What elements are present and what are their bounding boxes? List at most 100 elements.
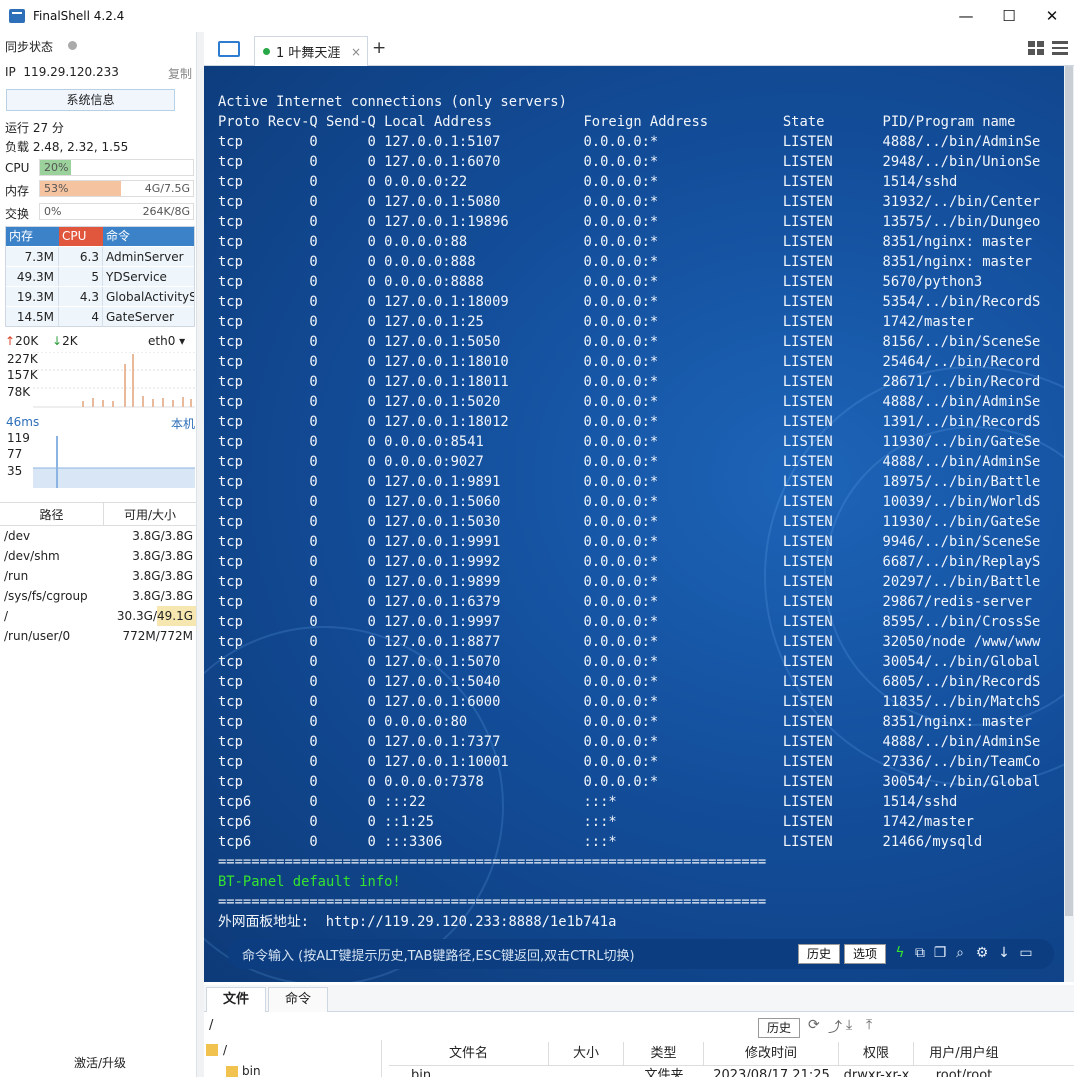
scrollbar-thumb[interactable] (1065, 66, 1073, 916)
proc-cmd: GateServer (106, 310, 175, 324)
latency-graph (33, 436, 195, 488)
terminal-row: tcp 0 0 127.0.0.1:6000 0.0.0.0:* LISTEN … (218, 694, 1041, 710)
activate-upgrade-link[interactable]: 激活/升级 (0, 1054, 200, 1071)
table-row[interactable]: /run 3.8G/3.8G (0, 566, 196, 586)
disk-header-size[interactable]: 可用/大小 (103, 503, 196, 525)
file-type: 文件夹 (644, 1068, 684, 1077)
connected-dot-icon (263, 48, 270, 55)
table-row[interactable]: 14.5M 4 GateServer (6, 306, 194, 326)
maximize-button[interactable]: ☐ (986, 0, 1032, 32)
col-name[interactable]: 文件名 (389, 1042, 549, 1065)
grid-layout-icon[interactable] (1028, 41, 1044, 55)
table-row[interactable]: bin 文件夹 2023/08/17 21:25 drwxr-xr-x root… (389, 1067, 1074, 1077)
terminal-row: tcp 0 0 0.0.0.0:9027 0.0.0.0:* LISTEN 48… (218, 454, 1041, 470)
gear-icon[interactable]: ⚙ (974, 945, 990, 961)
proc-cpu: 6.3 (59, 247, 103, 266)
refresh-icon[interactable]: ⟳ (808, 1017, 820, 1033)
terminal-rows: tcp 0 0 127.0.0.1:5107 0.0.0.0:* LISTEN … (218, 134, 1040, 850)
panel-splitter[interactable] (196, 32, 204, 1077)
disk-path: /sys/fs/cgroup (4, 589, 88, 603)
folder-icon[interactable] (218, 41, 240, 57)
add-tab-button[interactable]: + (372, 38, 386, 58)
terminal-row: tcp 0 0 127.0.0.1:5030 0.0.0.0:* LISTEN … (218, 514, 1041, 530)
separator: ========================================… (218, 894, 767, 910)
tab-commands[interactable]: 命令 (268, 987, 328, 1012)
col-mtime[interactable]: 修改时间 (704, 1042, 839, 1065)
search-icon[interactable]: ⌕ (952, 945, 968, 961)
terminal-row: tcp 0 0 127.0.0.1:5080 0.0.0.0:* LISTEN … (218, 194, 1041, 210)
table-row[interactable]: 19.3M 4.3 GlobalActivityS (6, 286, 194, 306)
separator: ========================================… (218, 854, 767, 870)
options-button[interactable]: 选项 (844, 944, 886, 964)
lightning-icon[interactable]: ϟ (892, 945, 908, 961)
net-interface-select[interactable]: eth0 ▾ (148, 334, 185, 348)
minimize-button[interactable]: — (943, 0, 989, 32)
terminal-scrollbar[interactable] (1064, 66, 1074, 982)
upload-icon[interactable]: ⤒ (866, 1017, 872, 1033)
terminal-row: tcp 0 0 127.0.0.1:5070 0.0.0.0:* LISTEN … (218, 654, 1041, 670)
latency-host[interactable]: 本机 (171, 415, 195, 432)
history-button[interactable]: 历史 (798, 944, 840, 964)
latency-axis-label: 77 (7, 447, 23, 461)
up-dir-icon[interactable]: ⤴ (828, 1017, 842, 1037)
table-row[interactable]: /sys/fs/cgroup 3.8G/3.8G (0, 586, 196, 606)
copy-icon[interactable]: ⧉ (912, 945, 928, 961)
panel-url-text: 外网面板地址: http://119.29.120.233:8888/1e1b7… (218, 914, 617, 930)
table-row[interactable]: /dev/shm 3.8G/3.8G (0, 546, 196, 566)
col-size[interactable]: 大小 (549, 1042, 624, 1065)
proc-cpu: 4 (59, 307, 103, 326)
cpu-meter: 20% (39, 159, 194, 176)
disk-path: / (4, 609, 9, 623)
proc-header-cmd[interactable]: 命令 (103, 227, 194, 246)
disk-path: /dev/shm (4, 549, 60, 563)
terminal-row: tcp 0 0 127.0.0.1:25 0.0.0.0:* LISTEN 17… (218, 314, 974, 330)
menu-icon[interactable] (1052, 41, 1068, 55)
table-row[interactable]: 49.3M 5 YDService (6, 266, 194, 286)
fullscreen-icon[interactable]: ▭ (1018, 945, 1034, 961)
terminal-row: tcp6 0 0 :::22 :::* LISTEN 1514/sshd (218, 794, 958, 810)
download-icon[interactable]: ⤓ (846, 1017, 852, 1033)
terminal-row: tcp 0 0 127.0.0.1:9891 0.0.0.0:* LISTEN … (218, 474, 1041, 490)
mem-value: 53% (44, 182, 69, 195)
disk-header-path[interactable]: 路径 (0, 503, 103, 525)
terminal-row: tcp 0 0 127.0.0.1:5040 0.0.0.0:* LISTEN … (218, 674, 1041, 690)
file-browser: / bin 文件名 大小 类型 修改时间 权限 用户/用户组 bin 文件夹 2… (204, 1040, 1074, 1078)
tree-root[interactable]: / (223, 1043, 227, 1057)
download-arrow-icon[interactable]: ↓ (996, 945, 1012, 961)
window-title: FinalShell 4.2.4 (33, 9, 125, 23)
system-info-button[interactable]: 系统信息 (6, 89, 175, 111)
terminal-row: tcp 0 0 127.0.0.1:5050 0.0.0.0:* LISTEN … (218, 334, 1041, 350)
close-button[interactable]: ✕ (1029, 0, 1074, 32)
tree-item[interactable]: bin (242, 1064, 261, 1078)
folder-icon (206, 1044, 218, 1056)
proc-header-mem[interactable]: 内存 (6, 227, 59, 246)
terminal-row: tcp 0 0 127.0.0.1:5107 0.0.0.0:* LISTEN … (218, 134, 1041, 150)
command-input[interactable]: 命令输入 (按ALT键提示历史,TAB键路径,ESC键返回,双击CTRL切换) … (228, 939, 1054, 969)
dir-tree: / bin (204, 1040, 382, 1078)
tab-files[interactable]: 文件 (206, 987, 266, 1012)
terminal-row: tcp 0 0 127.0.0.1:7377 0.0.0.0:* LISTEN … (218, 734, 1041, 750)
tab-close-icon[interactable]: × (351, 45, 361, 59)
table-row[interactable]: /dev 3.8G/3.8G (0, 526, 196, 546)
current-path[interactable]: / (209, 1018, 213, 1033)
terminal[interactable]: Active Internet connections (only server… (204, 66, 1064, 982)
ip-label: IP (5, 65, 16, 79)
terminal-row: tcp 0 0 0.0.0.0:8541 0.0.0.0:* LISTEN 11… (218, 434, 1041, 450)
mem-total: 4G/7.5G (144, 182, 190, 195)
table-row[interactable]: /run/user/0 772M/772M (0, 626, 196, 646)
col-owner[interactable]: 用户/用户组 (914, 1042, 1014, 1065)
table-row[interactable]: 7.3M 6.3 AdminServer (6, 246, 194, 266)
mem-meter: 53% 4G/7.5G (39, 180, 194, 197)
table-row[interactable]: / 30.3G/49.1G (0, 606, 196, 626)
terminal-row: tcp 0 0 0.0.0.0:22 0.0.0.0:* LISTEN 1514… (218, 174, 958, 190)
copy-ip-button[interactable]: 复制 (168, 65, 192, 82)
terminal-row: tcp 0 0 127.0.0.1:18009 0.0.0.0:* LISTEN… (218, 294, 1041, 310)
net-axis-label: 78K (7, 385, 31, 399)
col-perm[interactable]: 权限 (839, 1042, 914, 1065)
col-type[interactable]: 类型 (624, 1042, 704, 1065)
mem-label: 内存 (5, 184, 30, 198)
tab-session[interactable]: 1 叶舞天涯 × (254, 36, 368, 66)
path-history-button[interactable]: 历史 (758, 1018, 800, 1038)
paste-icon[interactable]: ❐ (932, 945, 948, 961)
proc-header-cpu[interactable]: CPU (59, 227, 103, 246)
